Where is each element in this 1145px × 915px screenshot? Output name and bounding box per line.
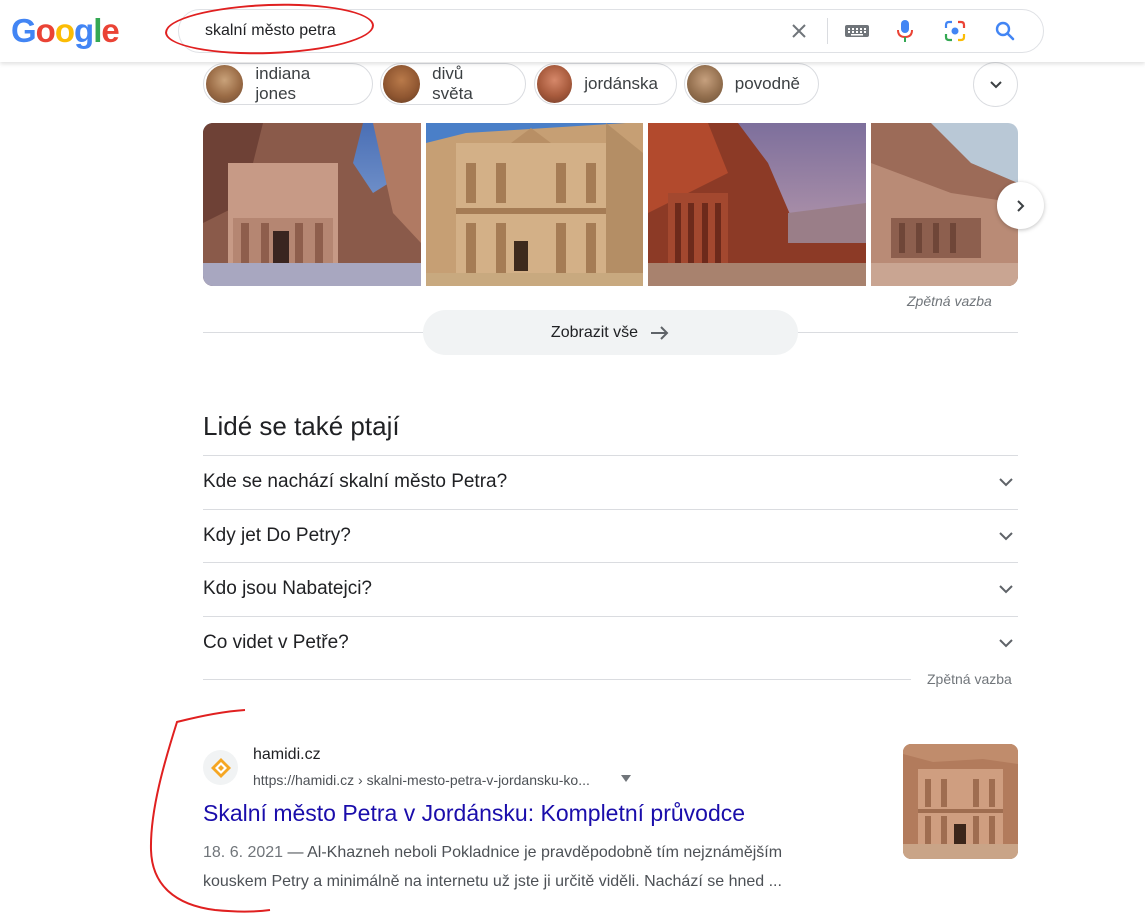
chip-thumbnail — [537, 65, 573, 103]
chevron-down-icon — [999, 532, 1013, 541]
chevron-right-icon — [1016, 199, 1024, 212]
show-all-button[interactable]: Zobrazit vše — [423, 310, 798, 355]
arrow-right-icon — [651, 325, 669, 340]
chip-thumbnail — [687, 65, 723, 103]
paa-question[interactable]: Co videt v Petře? — [203, 616, 1018, 669]
search-divider — [827, 18, 828, 44]
camera-lens-icon[interactable] — [939, 10, 971, 52]
show-all-label: Zobrazit vše — [550, 323, 639, 341]
chip-label: indiana jones — [255, 64, 311, 103]
image-result[interactable] — [871, 123, 1018, 286]
logo-letter: e — [101, 12, 119, 49]
result-thumbnail[interactable] — [903, 744, 1018, 859]
chip-divu-sveta[interactable]: divů světa — [380, 63, 526, 105]
search-box[interactable]: skalní město petra — [178, 9, 1044, 53]
chip-jordanska[interactable]: jordánska — [534, 63, 677, 105]
header-bar: Google skalní město petra — [0, 0, 1145, 62]
images-feedback-link[interactable]: Zpětná vazba — [907, 293, 992, 309]
search-icon[interactable] — [989, 10, 1021, 52]
microphone-icon[interactable] — [891, 10, 919, 52]
caret-down-icon[interactable] — [621, 775, 631, 783]
chip-thumbnail — [383, 65, 421, 103]
chip-povodne[interactable]: povodně — [684, 63, 819, 105]
keyboard-icon[interactable] — [841, 10, 873, 52]
paa-question[interactable]: Kdo jsou Nabatejci? — [203, 562, 1018, 615]
logo-letter: o — [35, 12, 56, 49]
chip-indiana-jones[interactable]: indiana jones — [203, 63, 373, 105]
snippet-text: kouskem Petry a minimálně na internetu u… — [203, 873, 782, 890]
next-images-button[interactable] — [997, 182, 1044, 229]
clear-icon[interactable] — [785, 10, 813, 52]
search-input[interactable]: skalní město petra — [205, 22, 336, 40]
logo-letter: G — [11, 12, 37, 49]
paa-question[interactable]: Kdy jet Do Petry? — [203, 509, 1018, 562]
paa-question-text: Kdy jet Do Petry? — [203, 525, 351, 546]
result-snippet: 18. 6. 2021 — Al-Khazneh neboli Pokladni… — [203, 838, 853, 896]
paa-question-text: Co videt v Petře? — [203, 632, 349, 653]
red-annotation-stroke — [149, 709, 271, 913]
chevron-down-icon — [989, 80, 1002, 88]
chip-label: divů světa — [432, 64, 473, 103]
paa-question[interactable]: Kde se nachází skalní město Petra? — [203, 455, 1018, 508]
divider — [203, 679, 911, 680]
paa-feedback-link[interactable]: Zpětná vazba — [927, 671, 1012, 687]
logo-letter: g — [74, 12, 94, 49]
chip-label: povodně — [734, 74, 800, 93]
expand-chips-button[interactable] — [973, 62, 1018, 107]
chevron-down-icon — [999, 585, 1013, 594]
image-result[interactable] — [426, 123, 643, 286]
chip-thumbnail — [206, 65, 244, 103]
snippet-text: — Al-Khazneh neboli Pokladnice je pravdě… — [283, 844, 783, 861]
image-result[interactable] — [203, 123, 421, 286]
paa-question-text: Kde se nachází skalní město Petra? — [203, 471, 508, 492]
chevron-down-icon — [999, 478, 1013, 487]
logo-letter: l — [93, 12, 102, 49]
result-title-link[interactable]: Skalní město Petra v Jordánsku: Kompletn… — [203, 800, 745, 827]
result-url[interactable]: https://hamidi.cz › skalni-mesto-petra-v… — [253, 772, 590, 788]
image-result[interactable] — [648, 123, 866, 286]
chevron-down-icon — [999, 639, 1013, 648]
paa-question-text: Kdo jsou Nabatejci? — [203, 578, 372, 599]
people-also-ask-title: Lidé se také ptají — [203, 411, 400, 441]
logo-letter: o — [54, 12, 75, 49]
google-logo[interactable]: Google — [11, 12, 120, 50]
chip-label: jordánska — [584, 74, 658, 93]
